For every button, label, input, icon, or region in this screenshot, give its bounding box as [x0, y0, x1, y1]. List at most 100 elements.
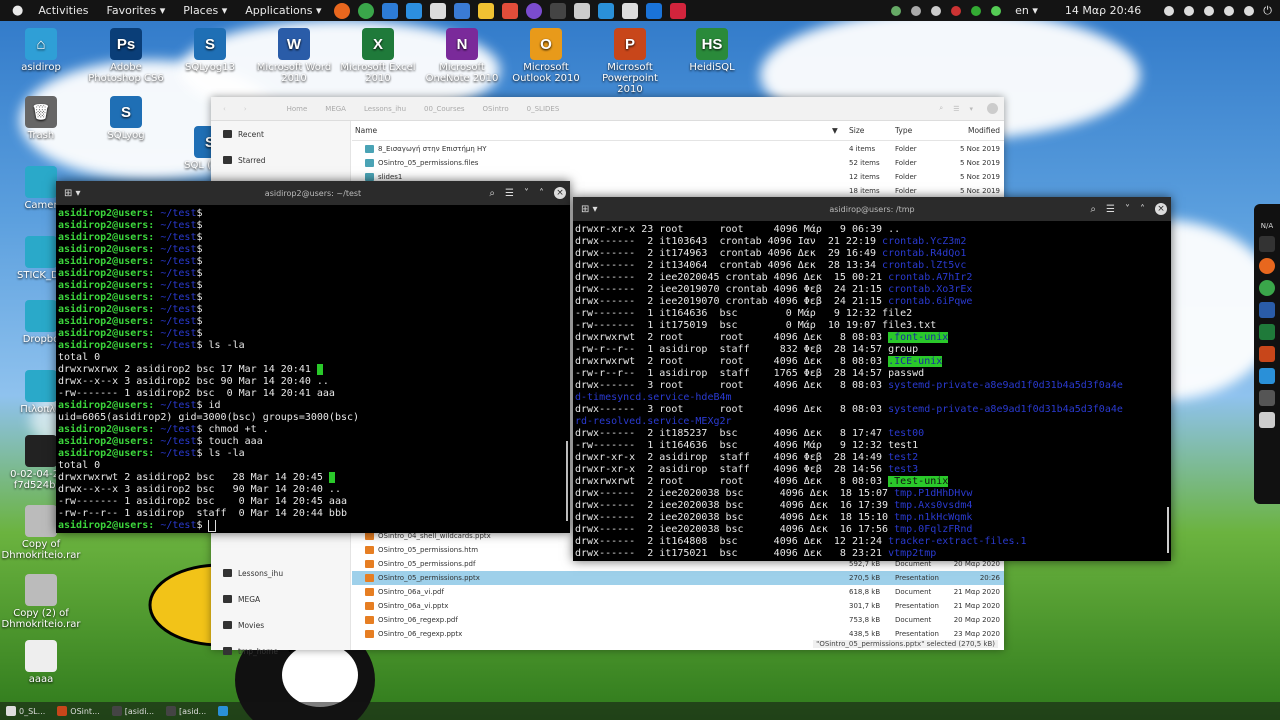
taskbar-item[interactable]: 0_SL...	[6, 706, 45, 716]
settings-icon[interactable]	[622, 2, 639, 19]
desktop-icon[interactable]: P Microsoft Powerpoint 2010	[590, 28, 670, 95]
apple-menu-icon[interactable]: ●	[0, 3, 29, 18]
sidebar-item-recent[interactable]: Recent	[211, 121, 350, 147]
document-icon[interactable]	[430, 2, 447, 19]
file-row[interactable]: OSintro_06_regexp.pptx 438,5 kB Presentati…	[352, 627, 1004, 641]
favorites-menu[interactable]: Favorites ▾	[98, 4, 175, 17]
network-icon[interactable]	[598, 2, 615, 19]
dock-icon[interactable]	[1259, 412, 1275, 428]
status-icon[interactable]	[951, 5, 962, 16]
powerpoint-icon[interactable]	[1259, 346, 1275, 362]
file-row[interactable]: OSintro_06a_vi.pptx 301,7 kB Presentation 2…	[352, 599, 1004, 613]
printer-icon[interactable]	[574, 2, 591, 19]
column-name[interactable]: Name	[355, 126, 377, 135]
file-row[interactable]: OSintro_05_permissions.pptx 270,5 kB Prese…	[352, 571, 1004, 585]
status-icon[interactable]	[931, 5, 942, 16]
file-row[interactable]: OSintro_05_permissions.files 52 items Fold…	[352, 156, 1004, 170]
file-row[interactable]: OSintro_06_regexp.pdf 753,8 kB Document 20 …	[352, 613, 1004, 627]
taskbar-item[interactable]: OSint...	[57, 706, 100, 716]
file-row[interactable]: 8_Εισαγωγή στην Επιστήμη ΗΥ 4 items Folder…	[352, 142, 1004, 156]
excel-icon[interactable]	[1259, 324, 1275, 340]
share-icon[interactable]	[646, 2, 663, 19]
breadcrumb-item[interactable]: OSintro	[483, 105, 509, 113]
word-icon[interactable]	[1259, 302, 1275, 318]
status-icon[interactable]	[1164, 5, 1175, 16]
minimize-icon[interactable]: ˄	[539, 188, 544, 199]
edge-icon[interactable]	[382, 2, 399, 19]
terminal-window-right[interactable]: ⊞ ▾ asidirop@users: /tmp ⌕ ☰ ˅ ˄ × drwxr…	[573, 197, 1171, 561]
view-list-icon[interactable]: ☰	[953, 105, 959, 113]
menu-icon[interactable]: ☰	[1106, 204, 1115, 215]
dock-icon[interactable]	[1259, 236, 1275, 252]
taskbar-item[interactable]	[218, 706, 231, 716]
desktop-icon[interactable]: HS HeidiSQL	[672, 28, 752, 73]
desktop-icon[interactable]: ⌂ asidirop	[1, 28, 81, 73]
dock-icon[interactable]	[1259, 368, 1275, 384]
desktop-icon[interactable]: S SQLyog13	[170, 28, 250, 73]
language-indicator[interactable]: en ▾	[1006, 4, 1047, 17]
status-icon[interactable]	[891, 5, 902, 16]
breadcrumb-item[interactable]: 00_Courses	[424, 105, 465, 113]
menu-icon[interactable]: ☰	[505, 188, 514, 199]
taskbar-item[interactable]: [asid...	[166, 706, 206, 716]
desktop-icon[interactable]: W Microsoft Word 2010	[254, 28, 334, 84]
wifi-icon[interactable]	[1204, 5, 1215, 16]
desktop-icon[interactable]: aaaa	[1, 640, 81, 685]
desktop-icon[interactable]: Copy (2) of Dhmokriteio.rar	[1, 574, 81, 630]
desktop-icon[interactable]: N Microsoft OneNote 2010	[422, 28, 502, 84]
breadcrumb-item[interactable]: 0_SLIDES	[527, 105, 560, 113]
scrollbar[interactable]	[1167, 507, 1169, 553]
files-icon[interactable]	[406, 2, 423, 19]
status-icon[interactable]	[991, 5, 1002, 16]
bluetooth-icon[interactable]	[1184, 5, 1195, 16]
activities-button[interactable]: Activities	[29, 4, 97, 17]
sort-icon[interactable]: ▼	[832, 126, 838, 135]
chrome-icon[interactable]	[1259, 280, 1275, 296]
breadcrumb-item[interactable]: Home	[287, 105, 308, 113]
photos-icon[interactable]	[502, 2, 519, 19]
word-icon[interactable]	[454, 2, 471, 19]
power-icon[interactable]: ⏻	[1259, 4, 1280, 18]
close-icon[interactable]: ×	[1155, 203, 1167, 215]
column-type[interactable]: Type	[895, 126, 912, 135]
notes-icon[interactable]	[478, 2, 495, 19]
breadcrumb-item[interactable]: Lessons_ihu	[364, 105, 406, 113]
column-modified[interactable]: Modified	[968, 126, 1000, 135]
sidebar-item-movies[interactable]: Movies	[211, 612, 350, 638]
scrollbar[interactable]	[566, 441, 568, 521]
minimize-icon[interactable]: ˄	[1140, 204, 1145, 215]
clock[interactable]: 14 Μαρ 20:46	[1047, 4, 1159, 17]
terminal-window-left[interactable]: ⊞ ▾ asidirop2@users: ~/test ⌕ ☰ ˅ ˄ × as…	[56, 181, 570, 533]
chevron-down-icon[interactable]: ˅	[524, 188, 529, 199]
desktop-icon[interactable]: O Microsoft Outlook 2010	[506, 28, 586, 84]
volume-icon[interactable]	[1224, 5, 1235, 16]
search-icon[interactable]: ⌕	[1090, 204, 1096, 215]
terminal-icon[interactable]	[550, 2, 567, 19]
back-icon[interactable]: ‹	[223, 105, 226, 113]
viber-icon[interactable]	[526, 2, 543, 19]
app-icon[interactable]	[670, 2, 687, 19]
sidebar-item-lessons[interactable]: Lessons_ihu	[211, 560, 350, 586]
battery-icon[interactable]	[1244, 5, 1255, 16]
desktop-icon[interactable]: S SQLyog	[86, 96, 166, 141]
new-tab-icon[interactable]: ⊞ ▾	[64, 188, 81, 199]
chevron-down-icon[interactable]: ˅	[1125, 204, 1130, 215]
status-icon[interactable]	[911, 5, 922, 16]
places-menu[interactable]: Places ▾	[174, 4, 236, 17]
file-row[interactable]: OSintro_06a_vi.pdf 618,8 kB Document 21 Μαρ…	[352, 585, 1004, 599]
search-icon[interactable]: ⌕	[489, 188, 495, 199]
sidebar-item-tmp-home[interactable]: tmp_home	[211, 638, 350, 664]
sidebar-item-starred[interactable]: Starred	[211, 147, 350, 173]
taskbar-item[interactable]: [asidi...	[111, 706, 154, 716]
dock-icon[interactable]	[1259, 390, 1275, 406]
breadcrumb-item[interactable]: MEGA	[325, 105, 346, 113]
close-icon[interactable]: ×	[554, 187, 566, 199]
desktop-icon[interactable]: 🗑 Trash	[1, 96, 81, 141]
search-icon[interactable]: ⌕	[939, 104, 943, 113]
close-icon[interactable]	[987, 103, 998, 114]
firefox-icon[interactable]	[1259, 258, 1275, 274]
desktop-icon[interactable]: X Microsoft Excel 2010	[338, 28, 418, 84]
desktop-icon[interactable]: Ps Adobe Photoshop CS6	[86, 28, 166, 84]
new-tab-icon[interactable]: ⊞ ▾	[581, 204, 598, 215]
applications-menu[interactable]: Applications ▾	[236, 4, 330, 17]
